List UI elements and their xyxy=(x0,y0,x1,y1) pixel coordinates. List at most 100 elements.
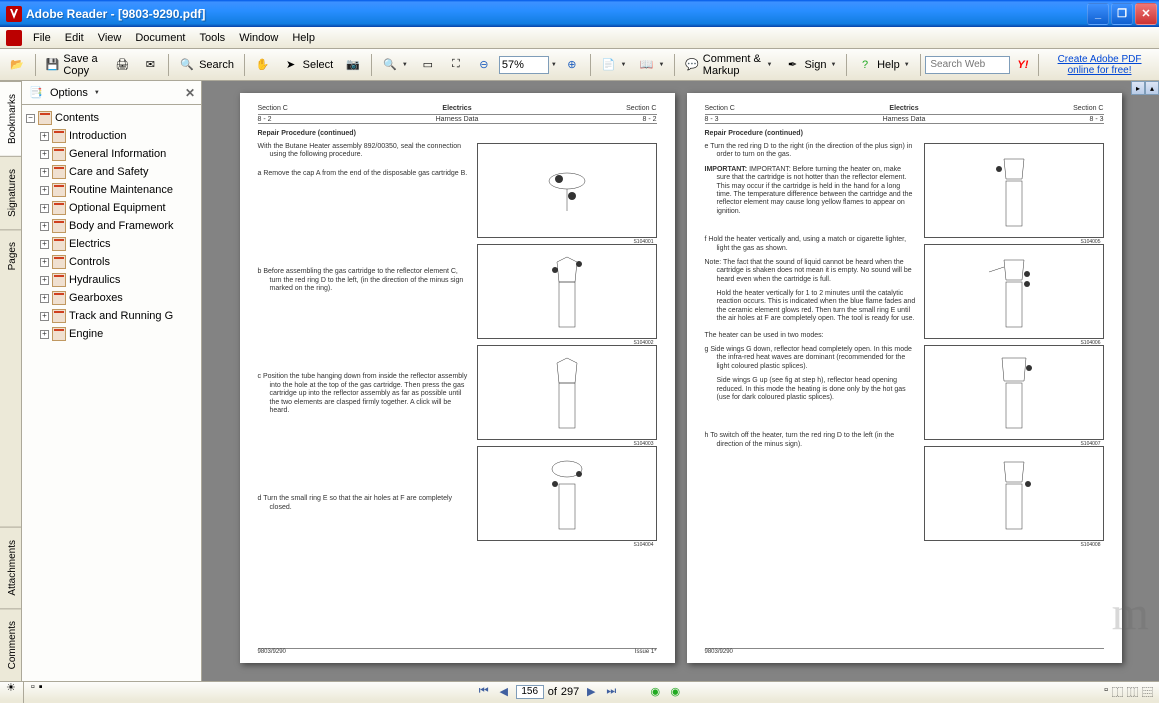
menu-window[interactable]: Window xyxy=(232,30,285,46)
tab-attachments[interactable]: Attachments xyxy=(0,527,21,608)
zoom-input[interactable] xyxy=(499,56,549,74)
figure: S104005 xyxy=(924,143,1104,238)
prev-page-button[interactable]: ◀ xyxy=(496,684,512,700)
last-page-button[interactable]: ⏭ xyxy=(603,684,619,700)
single-page-icon[interactable]: ▫ xyxy=(1104,684,1108,700)
expand-icon[interactable] xyxy=(40,330,49,339)
bookmarks-panel: 📑 Options ▼ ✕ Contents IntroductionGener… xyxy=(22,81,202,681)
tree-node[interactable]: Optional Equipment xyxy=(40,199,197,217)
navigation-bar: ☀ ▫ ▪ ⏮ ◀ of 297 ▶ ⏭ ◉ ◉ ▫ ⿰ ⿲ ⿳ xyxy=(0,681,1159,701)
page-number-input[interactable] xyxy=(516,685,544,699)
expand-icon[interactable] xyxy=(40,204,49,213)
tree-node[interactable]: Electrics xyxy=(40,235,197,253)
open-button[interactable]: 📂 xyxy=(4,53,30,77)
status-icon: ☀ xyxy=(6,681,16,703)
sign-button[interactable]: ✒Sign▼ xyxy=(779,53,841,77)
menu-view[interactable]: View xyxy=(91,30,129,46)
zoom-in-button[interactable]: 🔍▼ xyxy=(377,53,413,77)
menu-tools[interactable]: Tools xyxy=(193,30,233,46)
page-layout-icon[interactable]: ▫ xyxy=(31,681,35,703)
expand-icon[interactable] xyxy=(40,186,49,195)
tab-comments[interactable]: Comments xyxy=(0,608,21,681)
minimize-button[interactable]: _ xyxy=(1087,3,1109,25)
ebook-icon: 📖 xyxy=(638,57,654,73)
collapse-icon[interactable] xyxy=(26,114,35,123)
back-button[interactable]: ◉ xyxy=(647,684,663,700)
tree-node[interactable]: Routine Maintenance xyxy=(40,181,197,199)
facing-icon[interactable]: ⿲ xyxy=(1127,684,1138,700)
tab-signatures[interactable]: Signatures xyxy=(0,156,21,229)
tab-pages[interactable]: Pages xyxy=(0,229,21,282)
continuous-facing-icon[interactable]: ⿳ xyxy=(1142,684,1153,700)
select-tool-button[interactable]: ➤Select xyxy=(278,53,339,77)
document-area[interactable]: ▴ ▸ Section C Electrics Section C 8 - 2 … xyxy=(202,81,1159,681)
next-page-button[interactable]: ▶ xyxy=(583,684,599,700)
zoom-dropdown[interactable]: ▼ xyxy=(551,62,557,68)
menu-document[interactable]: Document xyxy=(128,30,192,46)
expand-icon[interactable] xyxy=(40,294,49,303)
fit-page-button[interactable]: ⛶ xyxy=(443,53,469,77)
print-button[interactable]: 🖨 xyxy=(109,53,135,77)
zoom-out-button[interactable]: ⊖ xyxy=(471,53,497,77)
tree-node[interactable]: Body and Framework xyxy=(40,217,197,235)
forward-button[interactable]: ◉ xyxy=(667,684,683,700)
tree-node[interactable]: Hydraulics xyxy=(40,271,197,289)
tree-node[interactable]: Controls xyxy=(40,253,197,271)
figure: S104006 xyxy=(924,244,1104,339)
hand-icon: ✋ xyxy=(255,57,271,73)
continuous-icon[interactable]: ⿰ xyxy=(1112,684,1123,700)
tree-node[interactable]: Gearboxes xyxy=(40,289,197,307)
first-page-button[interactable]: ⏮ xyxy=(476,684,492,700)
maximize-button[interactable]: ❐ xyxy=(1111,3,1133,25)
comment-button[interactable]: 💬Comment & Markup▼ xyxy=(680,53,777,77)
tree-node[interactable]: General Information xyxy=(40,145,197,163)
expand-icon[interactable] xyxy=(40,168,49,177)
expand-icon[interactable] xyxy=(40,258,49,267)
panel-close-button[interactable]: ✕ xyxy=(185,86,195,100)
expand-icon[interactable] xyxy=(40,222,49,231)
ebook-button[interactable]: 📖▼ xyxy=(633,53,669,77)
snapshot-button[interactable]: 📷 xyxy=(340,53,366,77)
bookmark-icon xyxy=(52,147,66,161)
create-pdf-link[interactable]: Create Adobe PDF online for free! xyxy=(1044,54,1155,76)
help-button[interactable]: ?Help▼ xyxy=(852,53,915,77)
options-button[interactable]: Options xyxy=(50,87,88,99)
scroll-up-button[interactable]: ▴ xyxy=(1145,81,1159,95)
hand-tool-button[interactable]: ✋ xyxy=(250,53,276,77)
bookmark-icon xyxy=(52,183,66,197)
expand-icon[interactable] xyxy=(40,132,49,141)
tab-bookmarks[interactable]: Bookmarks xyxy=(0,81,21,156)
menu-file[interactable]: File xyxy=(26,30,58,46)
search-button[interactable]: 🔍Search xyxy=(174,53,239,77)
scroll-right-arrow[interactable]: ▸ xyxy=(1131,81,1145,95)
email-button[interactable]: ✉ xyxy=(137,53,163,77)
expand-icon[interactable] xyxy=(40,276,49,285)
tree-node[interactable]: Track and Running G xyxy=(40,307,197,325)
tree-node[interactable]: Engine xyxy=(40,325,197,343)
figure: S104003 xyxy=(477,345,657,440)
actual-size-icon: ▭ xyxy=(420,57,436,73)
close-button[interactable]: ✕ xyxy=(1135,3,1157,25)
tree-node[interactable]: Introduction xyxy=(40,127,197,145)
expand-icon[interactable] xyxy=(40,312,49,321)
doc-icon xyxy=(6,30,22,46)
menu-bar: File Edit View Document Tools Window Hel… xyxy=(0,27,1159,49)
zoom-plus-button[interactable]: ⊕ xyxy=(559,53,585,77)
zoom-actual-button[interactable]: ▭ xyxy=(415,53,441,77)
expand-icon[interactable] xyxy=(40,150,49,159)
tree-root[interactable]: Contents xyxy=(26,109,197,127)
save-copy-button[interactable]: 💾Save a Copy xyxy=(41,53,108,77)
expand-icon[interactable] xyxy=(40,240,49,249)
total-pages: 297 xyxy=(561,686,579,698)
menu-edit[interactable]: Edit xyxy=(58,30,91,46)
search-web-input[interactable] xyxy=(925,56,1010,74)
bookmark-icon xyxy=(52,273,66,287)
figure: S104002 xyxy=(477,244,657,339)
page-layout2-icon[interactable]: ▪ xyxy=(39,681,43,703)
bookmark-icon xyxy=(52,327,66,341)
menu-help[interactable]: Help xyxy=(285,30,322,46)
rotate-button[interactable]: 📄▼ xyxy=(596,53,632,77)
yahoo-button[interactable]: Y! xyxy=(1012,53,1033,77)
tree-node[interactable]: Care and Safety xyxy=(40,163,197,181)
figure: S104004 xyxy=(477,446,657,541)
